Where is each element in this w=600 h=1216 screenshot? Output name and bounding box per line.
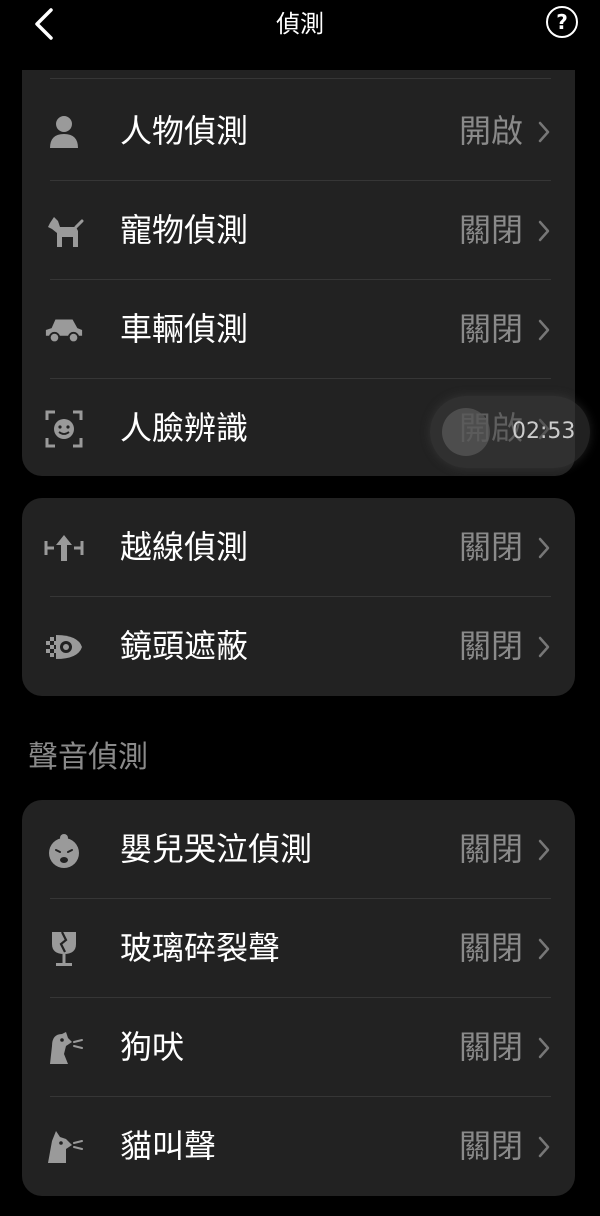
row-status: 關閉 — [458, 627, 523, 665]
glass-break-icon — [44, 929, 84, 969]
row-vehicle-detection[interactable]: 車輛偵測 關閉 — [22, 280, 575, 379]
top-bar: 偵測 ? — [0, 0, 600, 70]
row-status: 關閉 — [458, 211, 523, 249]
chevron-right-icon — [538, 1136, 550, 1157]
help-button[interactable]: ? — [546, 6, 578, 38]
row-person-detection[interactable]: 人物偵測 開啟 — [22, 82, 575, 181]
row-cat-meow[interactable]: 貓叫聲 關閉 — [22, 1097, 575, 1196]
zone-detection-card: 越線偵測 關閉 鏡頭遮蔽 關閉 — [22, 498, 575, 696]
chevron-right-icon — [538, 938, 550, 959]
chevron-right-icon — [538, 1037, 550, 1058]
chevron-right-icon — [538, 636, 550, 657]
section-title-sound: 聲音偵測 — [28, 740, 148, 775]
row-glass-break[interactable]: 玻璃碎裂聲 關閉 — [22, 899, 575, 998]
chevron-right-icon — [538, 537, 550, 558]
row-label: 人臉辨識 — [120, 409, 249, 447]
person-icon — [44, 112, 84, 152]
timer-text: 02:53 — [512, 419, 576, 444]
row-label: 人物偵測 — [120, 112, 249, 150]
row-status: 關閉 — [458, 929, 523, 967]
row-label: 鏡頭遮蔽 — [120, 627, 249, 665]
car-icon — [44, 310, 84, 350]
row-lens-block[interactable]: 鏡頭遮蔽 關閉 — [22, 597, 575, 696]
row-label: 狗吠 — [120, 1028, 185, 1066]
help-icon: ? — [556, 10, 568, 34]
row-line-crossing[interactable]: 越線偵測 關閉 — [22, 498, 575, 597]
sound-detection-card: 嬰兒哭泣偵測 關閉 玻璃碎裂聲 關閉 狗吠 關閉 貓叫聲 關閉 — [22, 800, 575, 1196]
row-status: 關閉 — [458, 528, 523, 566]
row-label: 貓叫聲 — [120, 1127, 217, 1165]
line-crossing-icon — [44, 528, 84, 568]
chevron-right-icon — [538, 220, 550, 241]
row-label: 車輛偵測 — [120, 310, 249, 348]
lens-block-icon — [44, 627, 84, 667]
cat-meow-icon — [44, 1127, 84, 1167]
row-pet-detection[interactable]: 寵物偵測 關閉 — [22, 181, 575, 280]
page-title: 偵測 — [276, 10, 324, 38]
pet-icon — [44, 211, 84, 251]
baby-cry-icon — [44, 830, 84, 870]
row-label: 越線偵測 — [120, 528, 249, 566]
row-status: 關閉 — [458, 1028, 523, 1066]
divider — [50, 78, 551, 79]
chevron-right-icon — [538, 121, 550, 142]
face-icon — [44, 409, 84, 449]
row-status: 關閉 — [458, 1127, 523, 1165]
floating-timer[interactable]: 02:53 — [430, 396, 590, 468]
row-status: 關閉 — [458, 830, 523, 868]
row-label: 嬰兒哭泣偵測 — [120, 830, 313, 868]
row-baby-cry[interactable]: 嬰兒哭泣偵測 關閉 — [22, 800, 575, 899]
dog-bark-icon — [44, 1028, 84, 1068]
chevron-right-icon — [538, 319, 550, 340]
row-status: 關閉 — [458, 310, 523, 348]
chevron-right-icon — [538, 839, 550, 860]
timer-dot — [442, 408, 490, 456]
row-dog-bark[interactable]: 狗吠 關閉 — [22, 998, 575, 1097]
row-status: 開啟 — [458, 112, 523, 150]
row-label: 玻璃碎裂聲 — [120, 929, 281, 967]
row-label: 寵物偵測 — [120, 211, 249, 249]
